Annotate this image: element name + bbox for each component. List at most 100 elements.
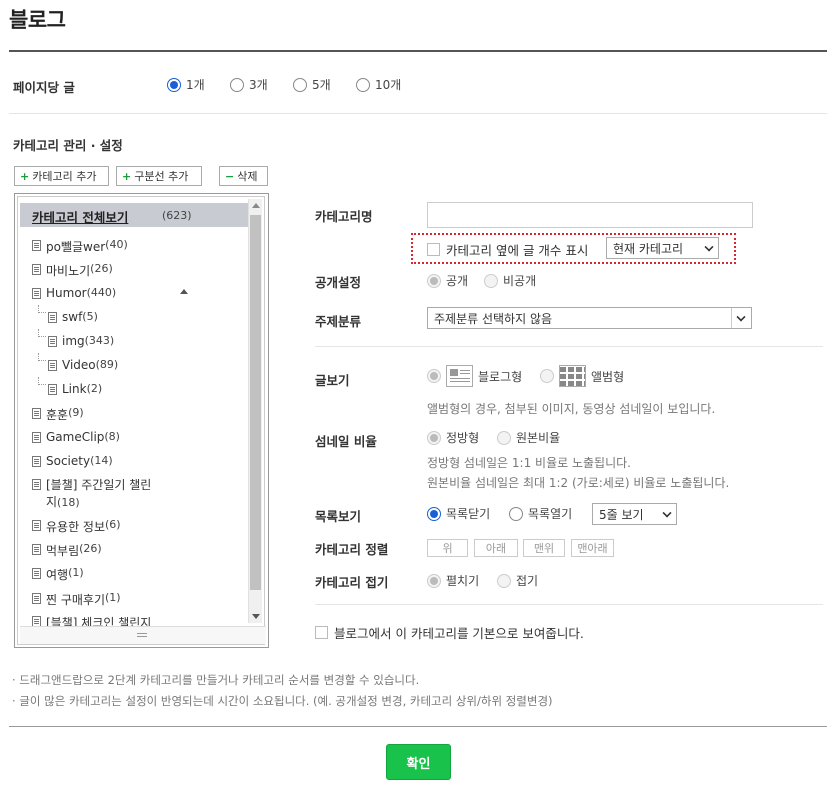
radio-dot[interactable] xyxy=(497,573,511,588)
item-count: (18) xyxy=(57,496,80,509)
page-icon xyxy=(32,456,41,467)
tree-item[interactable]: po뺄글wer (40) xyxy=(32,238,128,255)
grip-icon xyxy=(137,633,147,634)
item-name: GameClip xyxy=(46,430,105,444)
item-name: Humor xyxy=(46,286,87,300)
tree-subitem[interactable]: img (343) xyxy=(48,334,114,348)
sort-label: 카테고리 정렬 xyxy=(315,542,389,557)
list-close-radio[interactable]: 목록닫기 xyxy=(427,505,490,522)
tree-resize-handle[interactable] xyxy=(20,626,266,644)
item-name: 유용한 정보 xyxy=(46,520,106,534)
posts-5-radio[interactable]: 5개 xyxy=(293,76,331,93)
visibility-public-radio[interactable]: 공개 xyxy=(427,272,468,289)
scroll-thumb[interactable] xyxy=(250,215,261,590)
category-tree[interactable]: 카테고리 전체보기 (623) po뺄글wer (40) 마비노기 (26) Hum… xyxy=(14,193,269,648)
tree-scrollbar[interactable] xyxy=(248,199,262,623)
tree-item[interactable]: [블챌] 주간일기 챌린 지(18) xyxy=(32,477,151,511)
category-section-title: 카테고리 관리 · 설정 xyxy=(13,138,123,153)
add-category-button[interactable]: + 카테고리 추가 xyxy=(14,166,109,186)
view-album-radio[interactable]: 앨범형 xyxy=(540,365,624,387)
tree-item[interactable]: Society (14) xyxy=(32,454,113,468)
radio-dot[interactable] xyxy=(293,77,307,92)
thumb-original-radio[interactable]: 원본비율 xyxy=(497,429,560,446)
tree-item[interactable]: 훈훈 (9) xyxy=(32,406,84,423)
page-icon xyxy=(32,479,41,490)
list-open-radio[interactable]: 목록열기 xyxy=(509,505,572,522)
radio-dot[interactable] xyxy=(427,430,441,445)
default-category-label: 블로그에서 이 카테고리를 기본으로 보여줍니다. xyxy=(334,626,584,641)
sort-bottom-button[interactable]: 맨아래 xyxy=(571,539,614,557)
radio-dot[interactable] xyxy=(509,506,523,521)
tree-item[interactable]: 찐 구매후기 (1) xyxy=(32,591,121,608)
radio-label: 공개 xyxy=(446,274,469,288)
posts-1-radio[interactable]: 1개 xyxy=(167,76,205,93)
scroll-down-icon[interactable] xyxy=(252,614,260,619)
tree-item[interactable]: Humor (440) xyxy=(32,286,116,300)
page-icon xyxy=(32,568,41,579)
show-count-checkbox[interactable] xyxy=(427,243,440,256)
item-name: img xyxy=(62,334,85,348)
posts-10-radio[interactable]: 10개 xyxy=(356,76,401,93)
fold-collapse-radio[interactable]: 접기 xyxy=(497,572,538,589)
page-title: 블로그 xyxy=(9,8,66,32)
thumb-square-radio[interactable]: 정방형 xyxy=(427,429,479,446)
thumb-note-2: 원본비율 섬네일은 최대 1:2 (가로:세로) 비율로 노출됩니다. xyxy=(427,476,730,490)
topic-select[interactable]: 주제분류 선택하지 않음 xyxy=(427,307,752,329)
tree-item[interactable]: GameClip (8) xyxy=(32,430,120,444)
select-value: 현재 카테고리 xyxy=(613,241,684,256)
tree-subitem[interactable]: Video (89) xyxy=(48,358,118,372)
plus-icon: + xyxy=(20,169,30,183)
radio-label: 비공개 xyxy=(503,274,537,288)
page-icon xyxy=(48,360,57,371)
topic-label: 주제분류 xyxy=(315,314,362,329)
radio-dot[interactable] xyxy=(427,369,441,383)
radio-label: 1개 xyxy=(186,78,205,92)
radio-dot[interactable] xyxy=(497,430,511,445)
radio-label: 5개 xyxy=(312,78,331,92)
category-name-input[interactable] xyxy=(427,202,753,228)
radio-dot[interactable] xyxy=(540,369,554,383)
delete-button[interactable]: − 삭제 xyxy=(219,166,268,186)
item-name: 찐 구매후기 xyxy=(46,593,106,607)
confirm-button[interactable]: 확인 xyxy=(386,744,451,780)
show-count-select[interactable]: 현재 카테고리 xyxy=(606,237,719,259)
sort-down-button[interactable]: 아래 xyxy=(474,539,518,557)
radio-dot[interactable] xyxy=(427,273,441,288)
item-name: [블챌] 주간일기 챌린 xyxy=(46,478,152,492)
tree-subitem[interactable]: swf (5) xyxy=(48,310,98,324)
sort-top-button[interactable]: 맨위 xyxy=(523,539,565,557)
minus-icon: − xyxy=(225,169,235,183)
collapse-caret-icon[interactable] xyxy=(180,289,188,294)
radio-dot[interactable] xyxy=(484,273,498,288)
item-name: Society xyxy=(46,454,91,468)
default-category-checkbox[interactable] xyxy=(315,626,328,639)
note-2: · 글이 많은 카테고리는 설정이 반영되는데 시간이 소요됩니다. (예. 공… xyxy=(12,694,553,708)
radio-dot[interactable] xyxy=(230,77,244,92)
item-count: (9) xyxy=(68,406,84,419)
tree-item[interactable]: 먹부림 (26) xyxy=(32,542,102,559)
visibility-private-radio[interactable]: 비공개 xyxy=(484,272,536,289)
tree-root-label: 카테고리 전체보기 xyxy=(32,210,129,225)
item-count: (8) xyxy=(104,430,120,443)
sort-up-button[interactable]: 위 xyxy=(427,539,468,557)
tree-root-item[interactable]: 카테고리 전체보기 (623) xyxy=(20,203,250,227)
page-icon xyxy=(32,288,41,299)
fold-expand-radio[interactable]: 펼치기 xyxy=(427,572,479,589)
tree-subitem[interactable]: Link (2) xyxy=(48,382,102,396)
tree-item[interactable]: 유용한 정보 (6) xyxy=(32,518,121,535)
add-divider-button[interactable]: + 구분선 추가 xyxy=(116,166,202,186)
button-label: 아래 xyxy=(485,542,507,555)
page-icon xyxy=(48,384,57,395)
category-tree-inner: 카테고리 전체보기 (623) po뺄글wer (40) 마비노기 (26) Hum… xyxy=(17,196,266,645)
posts-3-radio[interactable]: 3개 xyxy=(230,76,268,93)
list-lines-select[interactable]: 5줄 보기 xyxy=(592,503,677,525)
view-blog-radio[interactable]: 블로그형 xyxy=(427,365,522,387)
tree-item[interactable]: 여행 (1) xyxy=(32,566,84,583)
tree-item[interactable]: 마비노기 (26) xyxy=(32,262,113,279)
scroll-up-icon[interactable] xyxy=(252,203,260,208)
item-name: 여행 xyxy=(46,568,69,582)
radio-dot[interactable] xyxy=(356,77,370,92)
radio-dot[interactable] xyxy=(427,573,441,588)
radio-dot[interactable] xyxy=(167,77,181,92)
radio-dot[interactable] xyxy=(427,506,441,521)
